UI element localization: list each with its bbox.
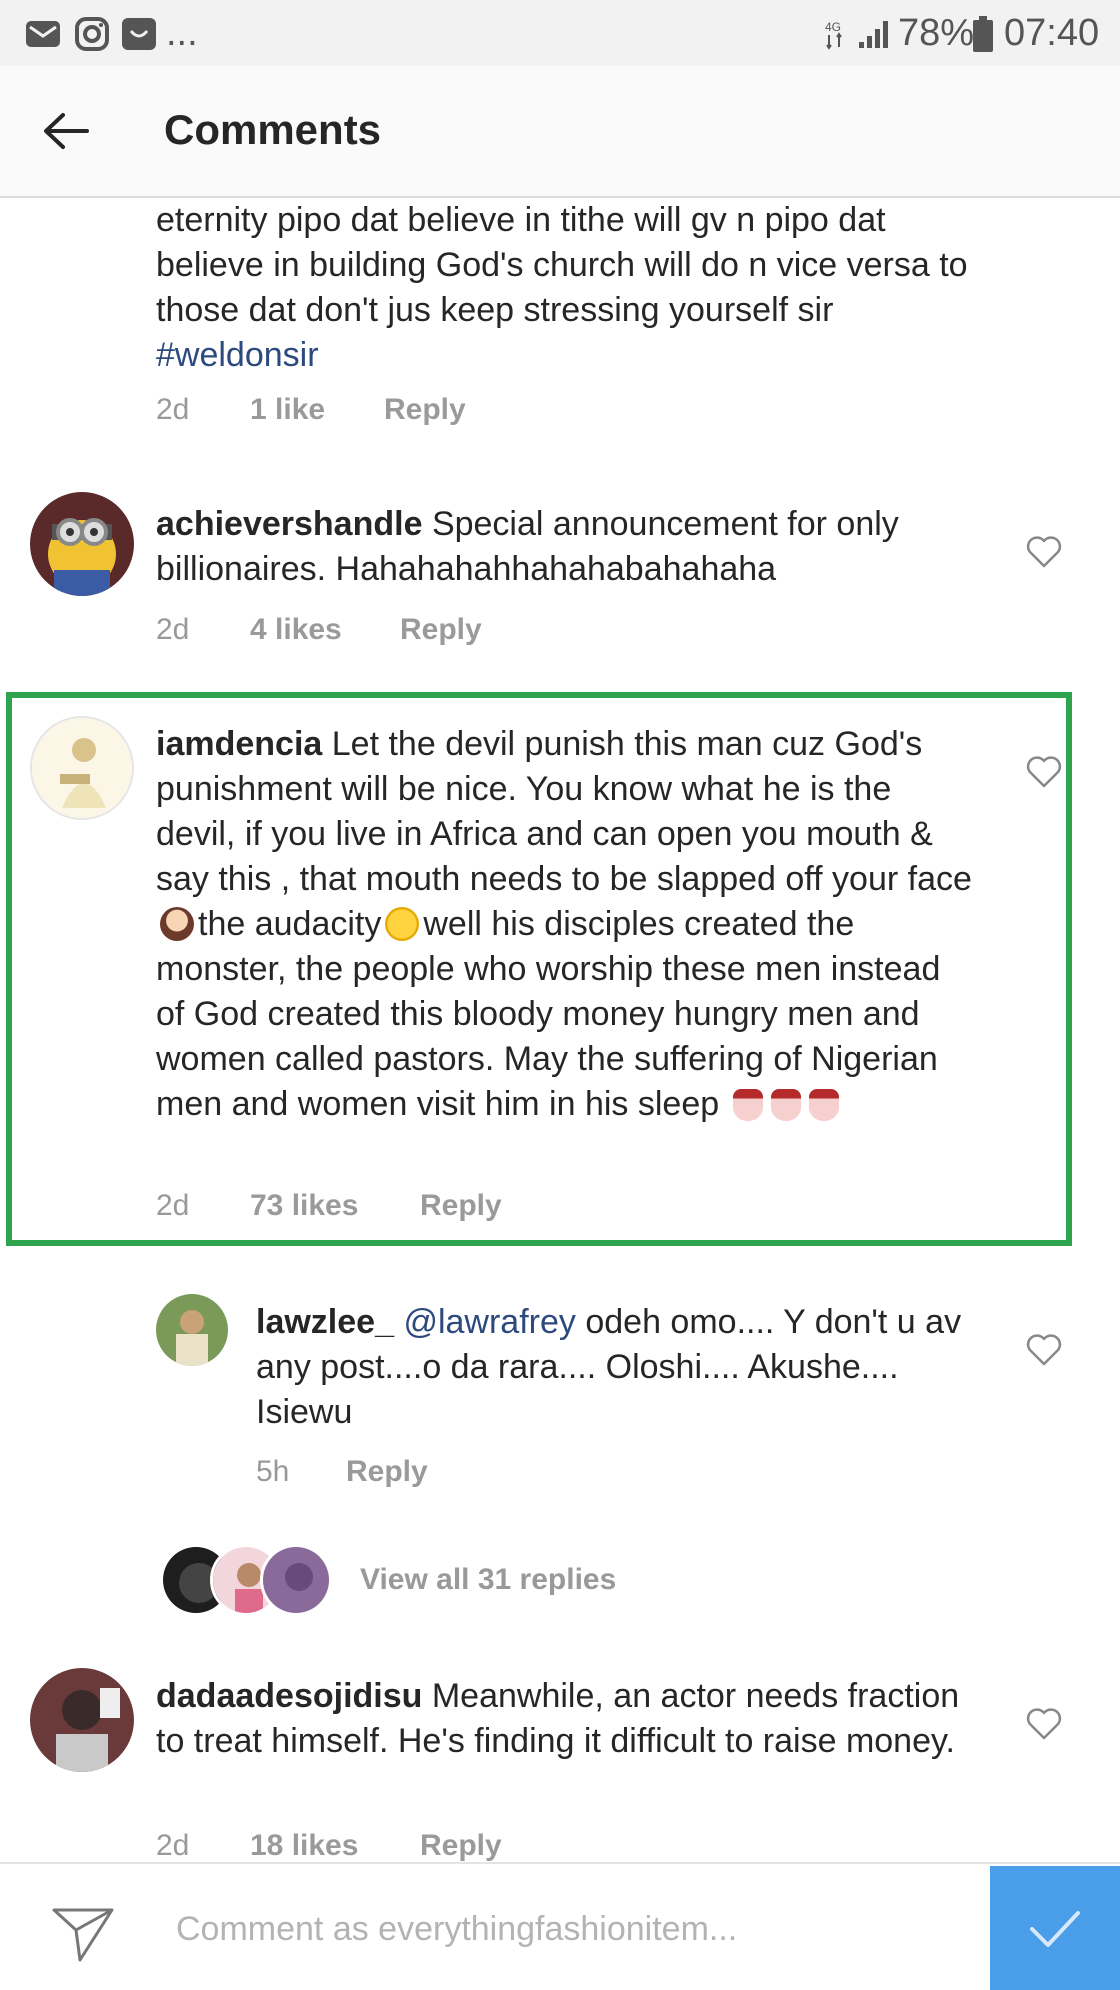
- post-button[interactable]: [990, 1866, 1120, 1990]
- mail-icon: [22, 14, 64, 54]
- likes-count[interactable]: 18 likes: [250, 1826, 358, 1866]
- header: Comments: [0, 66, 1120, 198]
- reply-button[interactable]: Reply: [346, 1452, 428, 1492]
- comment-text: iamdencia Let the devil punish this man …: [156, 722, 976, 1127]
- battery-icon: [970, 14, 996, 54]
- comment-time: 2d: [156, 613, 190, 646]
- comment-time: 2d: [156, 1189, 190, 1222]
- devil-emoji-icon: [770, 1089, 801, 1121]
- avatar[interactable]: [156, 1294, 228, 1366]
- view-all-replies-link[interactable]: View all 31 replies: [360, 1560, 616, 1600]
- checkmark-icon: [1030, 1911, 1080, 1947]
- comment-meta: 5h Reply: [256, 1452, 656, 1492]
- instagram-icon: [72, 14, 112, 54]
- hashtag-link[interactable]: #weldonsir: [156, 336, 319, 374]
- reply-button[interactable]: Reply: [384, 390, 466, 430]
- likes-count[interactable]: 4 likes: [250, 610, 342, 650]
- reply-button[interactable]: Reply: [420, 1826, 502, 1866]
- comment-username[interactable]: achievershandle: [156, 505, 422, 543]
- heart-icon[interactable]: [1024, 532, 1064, 572]
- comment-text: eternity pipo dat believe in tithe will …: [156, 198, 976, 378]
- app-icon: [118, 14, 160, 54]
- comment-text: lawzlee_ @lawrafrey odeh omo.... Y don't…: [256, 1300, 976, 1435]
- signal-icon: [856, 14, 892, 54]
- devil-emoji-icon: [808, 1089, 839, 1121]
- clock: 07:40: [1004, 12, 1100, 54]
- heart-icon[interactable]: [1024, 752, 1064, 792]
- avatar: [260, 1544, 332, 1616]
- likes-count[interactable]: 73 likes: [250, 1186, 358, 1226]
- comment-input[interactable]: [176, 1894, 976, 1964]
- avatar[interactable]: [30, 716, 134, 820]
- reply-button[interactable]: Reply: [420, 1186, 502, 1226]
- comment-meta: 2d 73 likes Reply: [156, 1186, 656, 1226]
- comment-body: eternity pipo dat believe in tithe will …: [156, 201, 968, 329]
- comment-username[interactable]: lawzlee_: [256, 1303, 394, 1341]
- devil-emoji-icon: [732, 1089, 763, 1121]
- comment-meta: 2d 18 likes Reply: [156, 1826, 656, 1866]
- comment-meta: 2d 1 like Reply: [156, 390, 656, 430]
- comment-username[interactable]: iamdencia: [156, 725, 322, 763]
- comment-time: 5h: [256, 1455, 290, 1488]
- avatar[interactable]: [30, 492, 134, 596]
- mention-link[interactable]: @lawrafrey: [403, 1303, 575, 1341]
- network-4g-icon: 4G: [822, 14, 848, 54]
- comment-composer: [0, 1862, 1120, 1990]
- status-bar: ... 4G 78% 07:40: [0, 0, 1120, 66]
- comment-time: 2d: [156, 393, 190, 426]
- comment-text: dadaadesojidisu Meanwhile, an actor need…: [156, 1674, 976, 1764]
- heart-icon[interactable]: [1024, 1330, 1064, 1370]
- heart-icon[interactable]: [1024, 1704, 1064, 1744]
- back-button[interactable]: [30, 96, 100, 166]
- comment-text: achievershandle Special announcement for…: [156, 502, 976, 592]
- direct-send-icon[interactable]: [50, 1904, 116, 1964]
- comment-username[interactable]: dadaadesojidisu: [156, 1677, 422, 1715]
- battery-percent: 78%: [898, 12, 975, 54]
- svg-text:4G: 4G: [825, 20, 841, 34]
- thinking-emoji-icon: [385, 907, 420, 941]
- likes-count[interactable]: 1 like: [250, 390, 325, 430]
- notification-more: ...: [166, 12, 198, 54]
- page-title: Comments: [164, 106, 382, 153]
- reply-button[interactable]: Reply: [400, 610, 482, 650]
- avatar[interactable]: [30, 1668, 134, 1772]
- reply-avatars[interactable]: [160, 1544, 340, 1616]
- comment-meta: 2d 4 likes Reply: [156, 610, 656, 650]
- back-arrow-icon: [44, 113, 89, 149]
- comment-time: 2d: [156, 1829, 190, 1862]
- comment-body: the audacity: [198, 905, 382, 943]
- facepalm-emoji-icon: [160, 907, 194, 941]
